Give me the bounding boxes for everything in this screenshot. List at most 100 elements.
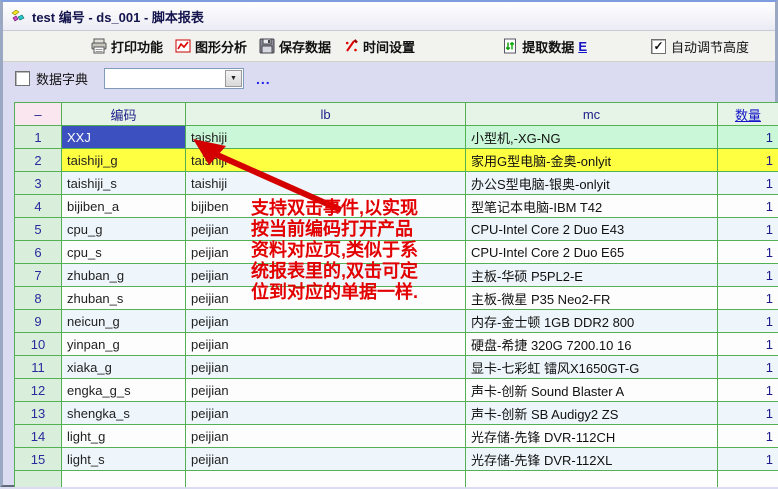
cell-mc[interactable]: 光存储-先锋 DVR-112CH [466, 425, 718, 448]
cell-num[interactable]: 13 [15, 402, 62, 425]
cell-code[interactable]: bijiben_a [62, 195, 186, 218]
cell-code[interactable]: yinpan_g [62, 333, 186, 356]
time-settings-button[interactable]: 时间设置 [343, 37, 415, 56]
cell-num[interactable]: 5 [15, 218, 62, 241]
auto-height-checkbox[interactable]: ✓ [651, 39, 666, 54]
annotation-line: 按当前编码打开产品 [251, 219, 418, 240]
cell-qty[interactable] [718, 471, 778, 488]
cell-code[interactable] [62, 471, 186, 488]
cell-mc[interactable]: 硬盘-希捷 320G 7200.10 16 [466, 333, 718, 356]
annotation-line: 统报表里的,双击可定 [251, 261, 418, 282]
data-dict-checkbox[interactable]: ✓ [15, 71, 30, 86]
cell-code[interactable]: light_g [62, 425, 186, 448]
cell-mc[interactable]: 显卡-七彩虹 镭风X1650GT-G [466, 356, 718, 379]
cell-code[interactable]: shengka_s [62, 402, 186, 425]
cell-code[interactable]: cpu_s [62, 241, 186, 264]
cell-qty[interactable]: 1 [718, 149, 778, 172]
cell-code[interactable]: XXJ [62, 126, 186, 149]
header-mc[interactable]: mc [466, 103, 718, 126]
cell-mc[interactable]: 办公S型电脑-银奥-onlyit [466, 172, 718, 195]
cell-lb[interactable]: peijian [186, 379, 466, 402]
cell-code[interactable]: taishiji_g [62, 149, 186, 172]
cell-mc[interactable]: 光存储-先锋 DVR-112XL [466, 448, 718, 471]
cell-num[interactable]: 8 [15, 287, 62, 310]
table-row: 1XXJtaishiji小型机,-XG-NG1 [15, 126, 778, 149]
cell-code[interactable]: neicun_g [62, 310, 186, 333]
header-qty[interactable]: 数量 [718, 103, 778, 126]
header-lb[interactable]: lb [186, 103, 466, 126]
cell-lb[interactable]: taishiji [186, 149, 466, 172]
annotation-line: 资料对应页,类似于系 [251, 240, 418, 261]
save-data-button[interactable]: 保存数据 [259, 37, 331, 56]
header-row-number[interactable]: – [15, 103, 62, 126]
cell-code[interactable]: light_s [62, 448, 186, 471]
cell-qty[interactable]: 1 [718, 241, 778, 264]
header-code[interactable]: 编码 [62, 103, 186, 126]
data-dict-combobox[interactable]: ▼ [104, 68, 244, 89]
more-button[interactable]: ... [256, 71, 271, 87]
print-button[interactable]: 打印功能 [91, 37, 163, 56]
chart-analysis-button[interactable]: 图形分析 [175, 37, 247, 56]
cell-lb[interactable]: peijian [186, 448, 466, 471]
cell-mc[interactable]: 家用G型电脑-金奥-onlyit [466, 149, 718, 172]
cell-code[interactable]: zhuban_s [62, 287, 186, 310]
cell-mc[interactable] [466, 471, 718, 488]
cell-code[interactable]: zhuban_g [62, 264, 186, 287]
cell-lb[interactable]: peijian [186, 333, 466, 356]
extract-data-accel: E [578, 39, 587, 54]
cell-qty[interactable]: 1 [718, 402, 778, 425]
chart-icon [175, 38, 191, 54]
cell-lb[interactable]: peijian [186, 356, 466, 379]
extract-data-button[interactable]: 提取数据E [502, 37, 587, 56]
cell-num[interactable]: 4 [15, 195, 62, 218]
cell-code[interactable]: xiaka_g [62, 356, 186, 379]
cell-mc[interactable]: 声卡-创新 SB Audigy2 ZS [466, 402, 718, 425]
cell-num[interactable]: 14 [15, 425, 62, 448]
cell-mc[interactable]: 内存-金士顿 1GB DDR2 800 [466, 310, 718, 333]
cell-qty[interactable]: 1 [718, 356, 778, 379]
cell-qty[interactable]: 1 [718, 172, 778, 195]
cell-lb[interactable]: peijian [186, 425, 466, 448]
cell-mc[interactable]: CPU-Intel Core 2 Duo E65 [466, 241, 718, 264]
cell-num[interactable]: 1 [15, 126, 62, 149]
cell-lb[interactable]: peijian [186, 402, 466, 425]
cell-mc[interactable]: 主板-华硕 P5PL2-E [466, 264, 718, 287]
cell-qty[interactable]: 1 [718, 264, 778, 287]
cell-code[interactable]: engka_g_s [62, 379, 186, 402]
cell-mc[interactable]: 小型机,-XG-NG [466, 126, 718, 149]
cell-num[interactable]: 10 [15, 333, 62, 356]
cell-num[interactable]: 11 [15, 356, 62, 379]
cell-lb[interactable]: taishiji [186, 126, 466, 149]
auto-height-group: ✓ 自动调节高度 [651, 37, 749, 56]
cell-qty[interactable]: 1 [718, 126, 778, 149]
cell-num[interactable]: 3 [15, 172, 62, 195]
cell-qty[interactable]: 1 [718, 195, 778, 218]
cell-qty[interactable]: 1 [718, 218, 778, 241]
printer-icon [91, 38, 107, 54]
cell-lb[interactable]: peijian [186, 310, 466, 333]
table-row: 12engka_g_speijian声卡-创新 Sound Blaster A1 [15, 379, 778, 402]
cell-lb[interactable]: taishiji [186, 172, 466, 195]
cell-qty[interactable]: 1 [718, 379, 778, 402]
cell-num[interactable] [15, 471, 62, 488]
cell-mc[interactable]: 型笔记本电脑-IBM T42 [466, 195, 718, 218]
cell-code[interactable]: cpu_g [62, 218, 186, 241]
cell-num[interactable]: 12 [15, 379, 62, 402]
cell-num[interactable]: 6 [15, 241, 62, 264]
cell-num[interactable]: 2 [15, 149, 62, 172]
cell-qty[interactable]: 1 [718, 448, 778, 471]
cell-qty[interactable]: 1 [718, 287, 778, 310]
cell-mc[interactable]: 主板-微星 P35 Neo2-FR [466, 287, 718, 310]
cell-qty[interactable]: 1 [718, 425, 778, 448]
cell-code[interactable]: taishiji_s [62, 172, 186, 195]
chevron-down-icon[interactable]: ▼ [225, 70, 242, 87]
cell-num[interactable]: 9 [15, 310, 62, 333]
cell-num[interactable]: 15 [15, 448, 62, 471]
cell-mc[interactable]: CPU-Intel Core 2 Duo E43 [466, 218, 718, 241]
cell-qty[interactable]: 1 [718, 310, 778, 333]
app-icon [10, 8, 26, 24]
cell-qty[interactable]: 1 [718, 333, 778, 356]
cell-lb[interactable] [186, 471, 466, 488]
cell-mc[interactable]: 声卡-创新 Sound Blaster A [466, 379, 718, 402]
cell-num[interactable]: 7 [15, 264, 62, 287]
